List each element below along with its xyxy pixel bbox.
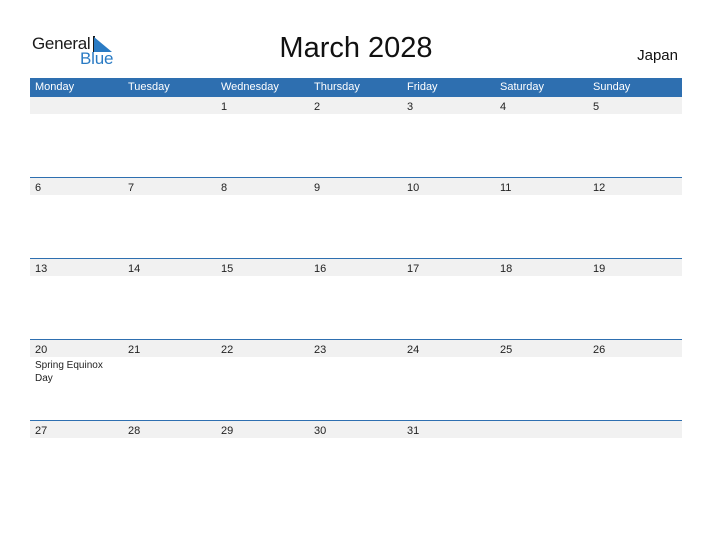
week-row: 27 28 29 30 31 — [30, 420, 682, 438]
day-number: 27 — [35, 425, 48, 437]
day-number: 18 — [500, 263, 513, 275]
day-cell: 1 — [216, 97, 309, 114]
day-cell — [30, 97, 123, 114]
day-cell: 3 — [402, 97, 495, 114]
day-cell: 5 — [588, 97, 681, 114]
day-cell: 30 — [309, 421, 402, 438]
day-cell: 18 — [495, 259, 588, 276]
day-number: 30 — [314, 425, 327, 437]
day-number: 15 — [221, 263, 234, 275]
day-number: 12 — [593, 182, 606, 194]
day-number: 23 — [314, 344, 327, 356]
day-cell: 21 — [123, 340, 216, 357]
day-number: 28 — [128, 425, 141, 437]
weekday-saturday: Saturday — [500, 81, 545, 93]
day-number: 13 — [35, 263, 48, 275]
day-number: 31 — [407, 425, 420, 437]
day-number: 6 — [35, 182, 42, 194]
day-cell: 8 — [216, 178, 309, 195]
day-cell: 12 — [588, 178, 681, 195]
day-number: 14 — [128, 263, 141, 275]
day-cell: 19 — [588, 259, 681, 276]
day-cell — [123, 97, 216, 114]
day-cell: 26 — [588, 340, 681, 357]
calendar-grid: Monday Tuesday Wednesday Thursday Friday… — [30, 78, 682, 438]
day-cell: 14 — [123, 259, 216, 276]
week-row: 1 2 3 4 5 — [30, 97, 682, 114]
date-strip: 13 14 15 16 17 18 19 — [30, 259, 682, 276]
day-number: 8 — [221, 182, 228, 194]
day-cell — [588, 421, 681, 438]
day-number: 9 — [314, 182, 321, 194]
day-number: 7 — [128, 182, 135, 194]
day-cell: 2 — [309, 97, 402, 114]
day-cell: 29 — [216, 421, 309, 438]
day-number: 16 — [314, 263, 327, 275]
day-cell — [495, 421, 588, 438]
week-row: 13 14 15 16 17 18 19 — [30, 258, 682, 276]
day-cell: 27 — [30, 421, 123, 438]
weekday-wednesday: Wednesday — [221, 81, 279, 93]
date-strip: 1 2 3 4 5 — [30, 97, 682, 114]
day-number: 2 — [314, 101, 321, 113]
weekday-monday: Monday — [35, 81, 75, 93]
date-strip: 27 28 29 30 31 — [30, 421, 682, 438]
day-number: 24 — [407, 344, 420, 356]
day-number: 11 — [500, 182, 512, 194]
day-cell: 7 — [123, 178, 216, 195]
day-number: 29 — [221, 425, 234, 437]
day-cell: 15 — [216, 259, 309, 276]
day-cell: 23 — [309, 340, 402, 357]
day-number: 21 — [128, 344, 141, 356]
day-cell: 4 — [495, 97, 588, 114]
holiday-label: Spring Equinox Day — [35, 360, 103, 384]
country-label: Japan — [637, 47, 678, 64]
day-cell: 9 — [309, 178, 402, 195]
day-number: 3 — [407, 101, 414, 113]
day-number: 26 — [593, 344, 606, 356]
day-number: 19 — [593, 263, 606, 275]
day-cell: 25 — [495, 340, 588, 357]
date-strip: 6 7 8 9 10 11 12 — [30, 178, 682, 195]
weekday-friday: Friday — [407, 81, 438, 93]
weekday-header: Monday Tuesday Wednesday Thursday Friday… — [30, 78, 682, 97]
calendar-title: March 2028 — [279, 32, 433, 64]
day-cell: 28 — [123, 421, 216, 438]
day-cell: 22 — [216, 340, 309, 357]
day-number: 17 — [407, 263, 420, 275]
week-row: 20 Spring Equinox Day 21 22 23 24 25 26 — [30, 339, 682, 384]
weekday-sunday: Sunday — [593, 81, 631, 93]
day-cell: 17 — [402, 259, 495, 276]
day-number: 22 — [221, 344, 234, 356]
day-cell: 6 — [30, 178, 123, 195]
day-number: 5 — [593, 101, 600, 113]
day-number: 1 — [221, 101, 228, 113]
day-number: 10 — [407, 182, 420, 194]
day-number: 4 — [500, 101, 507, 113]
day-cell: 10 — [402, 178, 495, 195]
weekday-tuesday: Tuesday — [128, 81, 170, 93]
date-strip: 20 Spring Equinox Day 21 22 23 24 25 26 — [30, 340, 682, 384]
day-cell: 20 Spring Equinox Day — [30, 340, 123, 384]
week-row: 6 7 8 9 10 11 12 — [30, 177, 682, 195]
day-cell: 13 — [30, 259, 123, 276]
day-number: 20 — [35, 344, 48, 356]
day-cell: 16 — [309, 259, 402, 276]
weekday-thursday: Thursday — [314, 81, 360, 93]
day-cell: 24 — [402, 340, 495, 357]
day-number: 25 — [500, 344, 513, 356]
day-cell: 31 — [402, 421, 495, 438]
day-cell: 11 — [495, 178, 588, 195]
